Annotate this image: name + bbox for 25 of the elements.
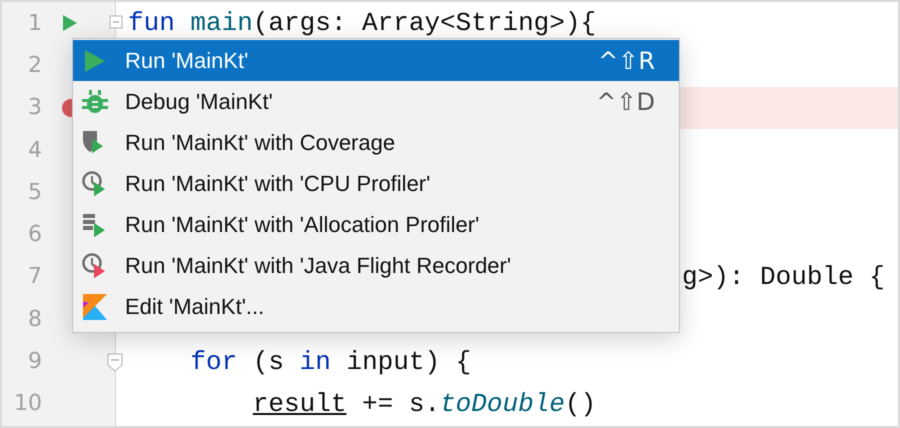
- run-icon[interactable]: [62, 13, 78, 34]
- fold-icon[interactable]: [107, 353, 123, 374]
- menu-item[interactable]: Run 'MainKt' with Coverage: [73, 122, 679, 163]
- line-number: 1: [27, 10, 42, 36]
- menu-item[interactable]: Run 'MainKt' with 'Allocation Profiler': [73, 204, 679, 245]
- fold-icon[interactable]: [109, 15, 123, 29]
- line-number: 5: [27, 180, 42, 205]
- menu-item[interactable]: Debug 'MainKt' ^⇧D: [73, 81, 679, 122]
- line-number: 7: [27, 264, 42, 290]
- menu-item[interactable]: Run 'MainKt' ^⇧R: [73, 40, 679, 81]
- kotlin-logo-icon: [81, 292, 109, 322]
- line-number: 4: [27, 138, 42, 163]
- line-number: 6: [27, 222, 42, 248]
- line-number: 8: [27, 306, 42, 332]
- code-line: result += s.toDouble(): [252, 388, 596, 419]
- line-number: 3: [27, 95, 42, 120]
- menu-item[interactable]: Run 'MainKt' with 'CPU Profiler': [73, 163, 679, 204]
- code-line: g>): Double {: [682, 262, 885, 292]
- code-line: for (s in input) {: [189, 346, 472, 377]
- code-line: fun main(args: Array<String>){: [128, 8, 596, 38]
- line-number: 2: [27, 52, 42, 78]
- line-number: 9: [27, 349, 42, 374]
- line-number: 10: [13, 391, 42, 416]
- menu-item[interactable]: Edit 'MainKt'...: [73, 286, 679, 327]
- menu-item[interactable]: Run 'MainKt' with 'Java Flight Recorder': [73, 245, 679, 286]
